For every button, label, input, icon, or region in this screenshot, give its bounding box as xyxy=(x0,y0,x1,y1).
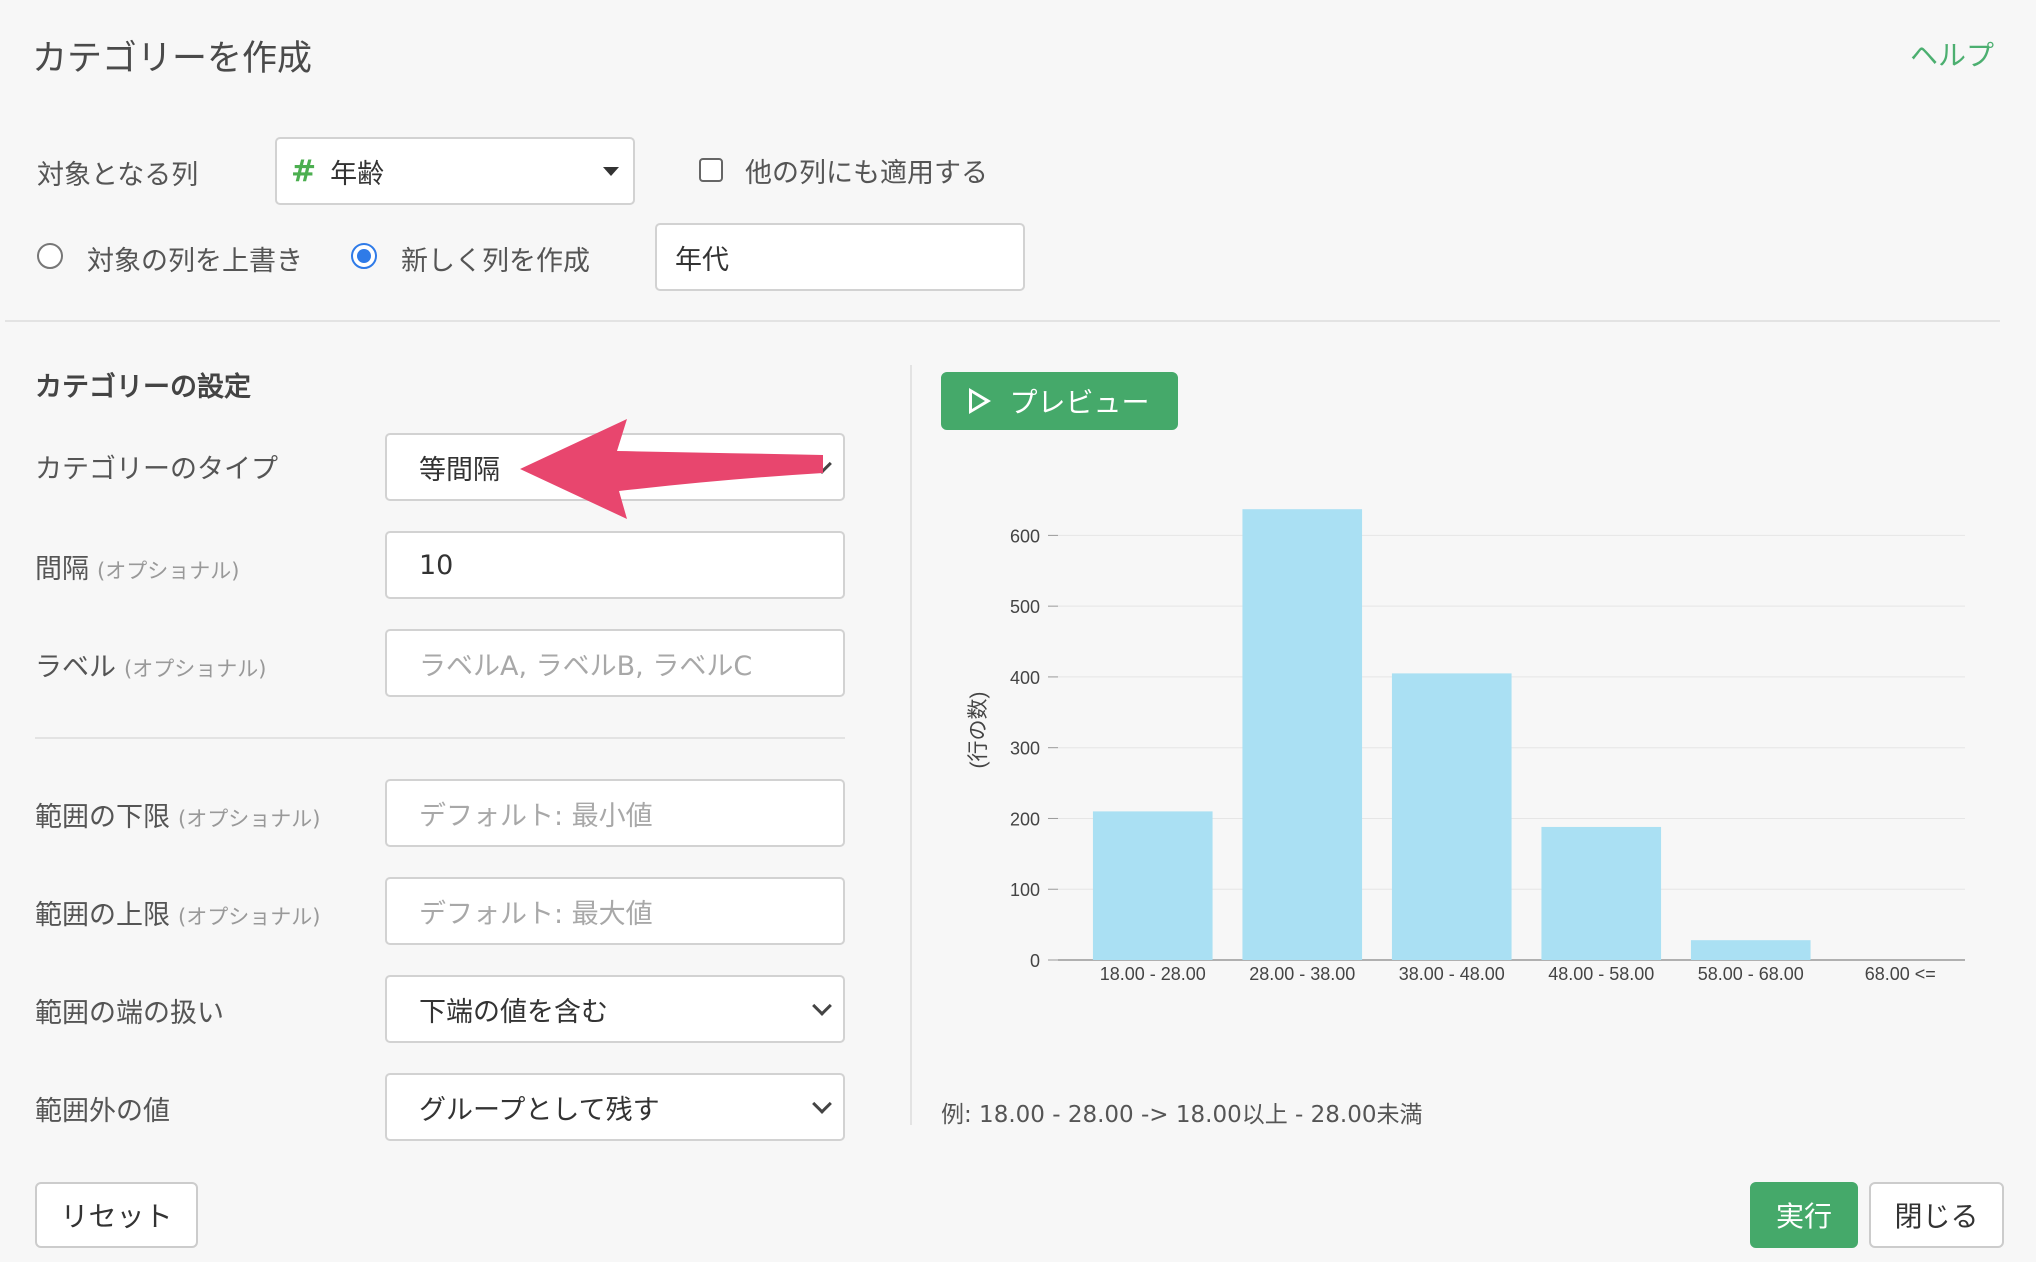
outside-values-select[interactable]: グループとして残す xyxy=(385,1073,845,1141)
vertical-divider xyxy=(910,365,912,1125)
edge-handling-label: 範囲の端の扱い xyxy=(35,998,224,1029)
label-placeholder: ラベルA, ラベルB, ラベルC xyxy=(419,650,753,682)
chevron-down-icon xyxy=(812,996,832,1016)
lower-bound-label: 範囲の下限 (オプショナル) xyxy=(35,802,321,833)
target-column-value: 年齢 xyxy=(330,158,385,190)
category-type-label: カテゴリーのタイプ xyxy=(35,454,278,485)
chevron-down-icon xyxy=(812,1094,832,1114)
y-axis-label: (行の数) xyxy=(967,692,990,769)
label-input[interactable]: ラベルA, ラベルB, ラベルC xyxy=(385,629,845,697)
histogram-bar xyxy=(1690,940,1811,960)
x-tick-label: 48.00 - 58.00 xyxy=(1548,964,1654,984)
x-tick-label: 68.00 <= xyxy=(1865,964,1936,984)
overwrite-column-label: 対象の列を上書き xyxy=(87,246,303,277)
new-column-radio[interactable] xyxy=(351,243,377,269)
y-tick-label: 600 xyxy=(1010,526,1040,546)
label-label: ラベル (オプショナル) xyxy=(35,652,267,683)
divider xyxy=(5,320,2000,322)
upper-bound-placeholder: デフォルト: 最大値 xyxy=(419,898,653,930)
interval-input[interactable]: 10 xyxy=(385,531,845,599)
x-tick-label: 18.00 - 28.00 xyxy=(1100,964,1206,984)
histogram-bar xyxy=(1541,826,1662,960)
histogram-bar xyxy=(1391,673,1512,960)
histogram-chart: 0 100 200 300 400 500 600 18.00 - 28.00 28.00 -… xyxy=(967,509,1965,984)
target-column-label: 対象となる列 xyxy=(37,160,199,191)
preview-button-label: プレビュー xyxy=(1009,386,1150,419)
annotation-arrow-icon xyxy=(520,419,823,519)
apply-other-columns-label: 他の列にも適用する xyxy=(745,158,988,189)
x-tick-label: 28.00 - 38.00 xyxy=(1249,964,1355,984)
number-column-icon: # xyxy=(291,153,317,189)
upper-bound-label: 範囲の上限 (オプショナル) xyxy=(35,900,321,931)
y-tick-label: 0 xyxy=(1030,951,1040,971)
section-title: カテゴリーの設定 xyxy=(35,372,251,403)
outside-values-label: 範囲外の値 xyxy=(35,1096,170,1127)
lower-bound-placeholder: デフォルト: 最小値 xyxy=(419,800,653,832)
caret-down-icon xyxy=(603,167,619,176)
upper-bound-input[interactable]: デフォルト: 最大値 xyxy=(385,877,845,945)
interval-label: 間隔 (オプショナル) xyxy=(35,554,240,585)
x-tick-label: 58.00 - 68.00 xyxy=(1698,964,1804,984)
preview-button[interactable]: プレビュー xyxy=(941,372,1178,430)
overwrite-column-radio[interactable] xyxy=(37,243,63,269)
edge-handling-value: 下端の値を含む xyxy=(419,996,608,1028)
interval-value: 10 xyxy=(419,549,454,581)
play-icon xyxy=(969,388,992,414)
new-column-label: 新しく列を作成 xyxy=(401,246,590,277)
y-tick-label: 500 xyxy=(1010,597,1040,617)
x-tick-label: 38.00 - 48.00 xyxy=(1399,964,1505,984)
edge-handling-select[interactable]: 下端の値を含む xyxy=(385,975,845,1043)
target-column-select[interactable]: # 年齢 xyxy=(275,137,635,205)
divider xyxy=(35,737,845,739)
close-button[interactable]: 閉じる xyxy=(1869,1182,2004,1248)
new-column-name-value: 年代 xyxy=(675,244,729,276)
example-text: 例: 18.00 - 28.00 -> 18.00以上 - 28.00未満 xyxy=(941,1102,1423,1128)
y-tick-label: 200 xyxy=(1010,809,1040,829)
category-type-value: 等間隔 xyxy=(419,454,500,486)
dialog-title: カテゴリーを作成 xyxy=(32,39,313,79)
y-tick-label: 400 xyxy=(1010,668,1040,688)
outside-values-value: グループとして残す xyxy=(419,1094,660,1126)
apply-other-columns-checkbox[interactable] xyxy=(699,158,723,182)
run-button[interactable]: 実行 xyxy=(1750,1182,1858,1248)
histogram-bar xyxy=(1092,811,1213,960)
y-tick-label: 300 xyxy=(1010,739,1040,759)
help-link[interactable]: ヘルプ xyxy=(1910,34,1994,74)
reset-button[interactable]: リセット xyxy=(35,1182,198,1248)
histogram-bar xyxy=(1242,509,1363,960)
new-column-name-input[interactable]: 年代 xyxy=(655,223,1025,291)
lower-bound-input[interactable]: デフォルト: 最小値 xyxy=(385,779,845,847)
y-tick-label: 100 xyxy=(1010,880,1040,900)
